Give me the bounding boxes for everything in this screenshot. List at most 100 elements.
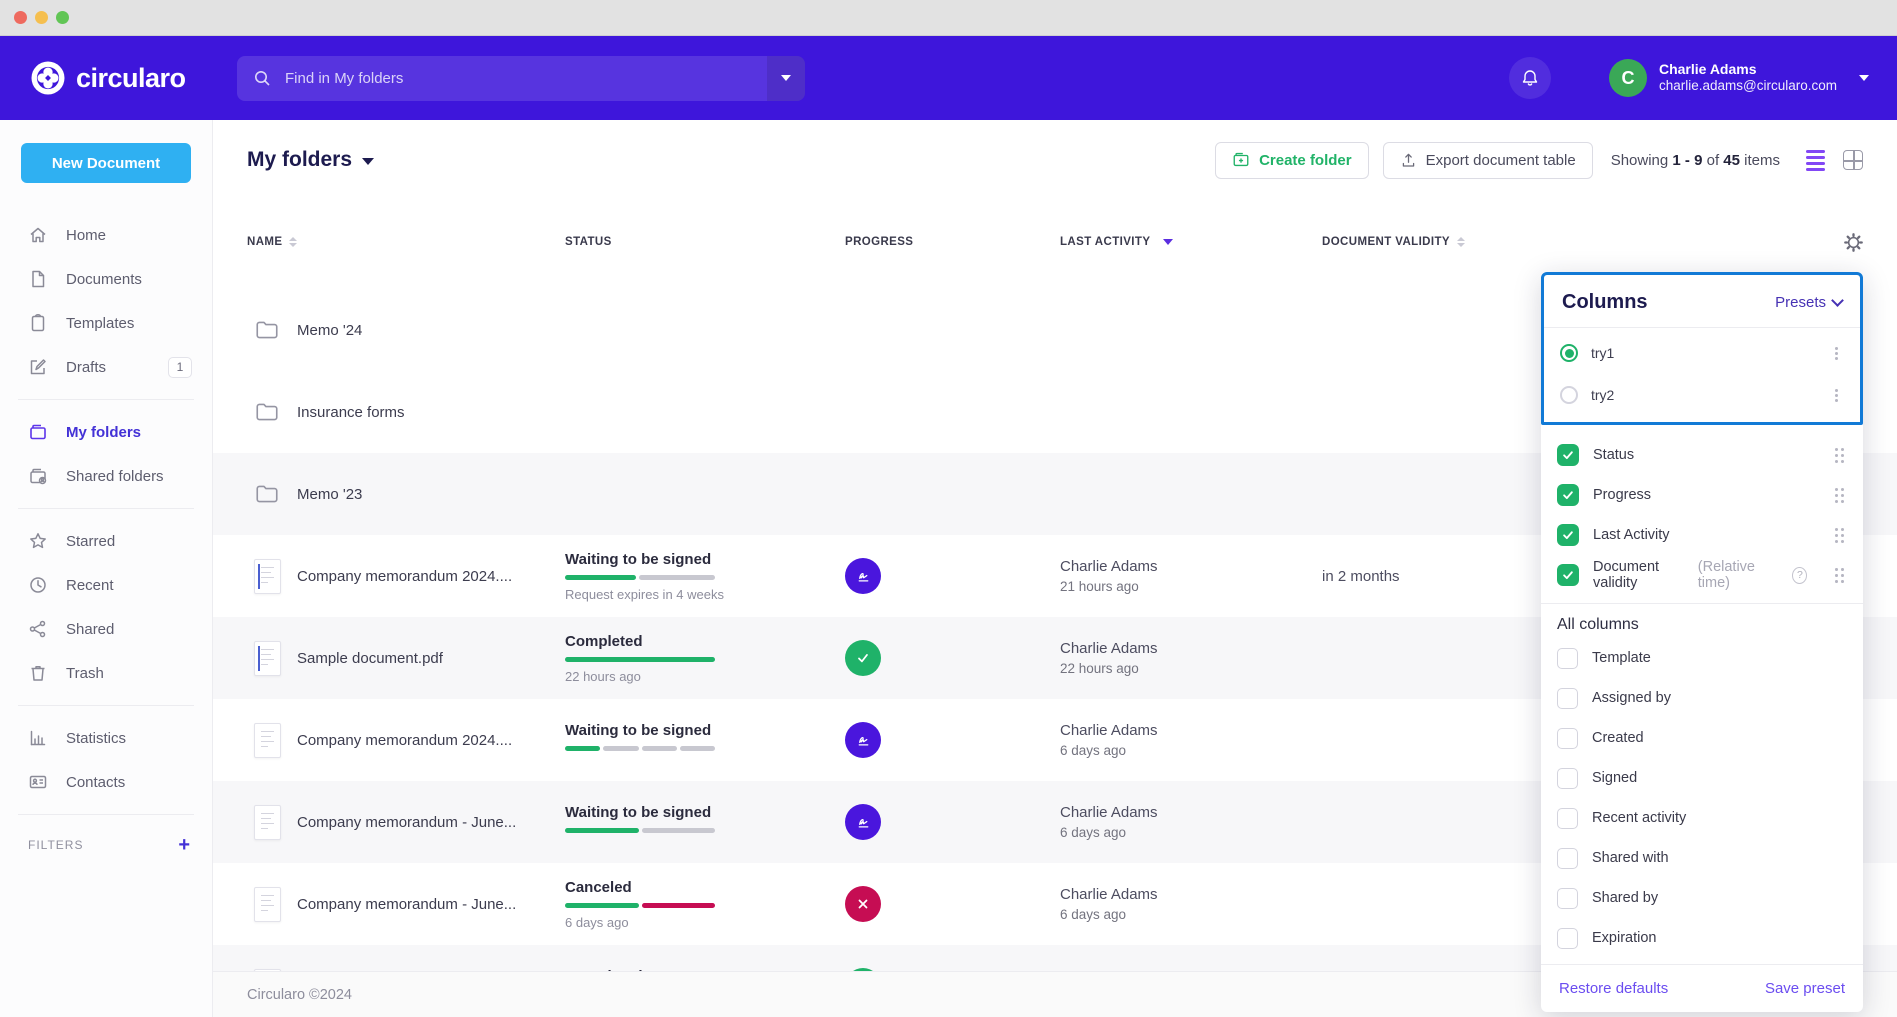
divider	[18, 814, 194, 815]
status-note: Request expires in 4 weeks	[565, 587, 845, 602]
presets-dropdown[interactable]: Presets	[1775, 294, 1842, 311]
last-activity-user: Charlie Adams	[1060, 722, 1322, 739]
preset-option-try1[interactable]: try1	[1544, 336, 1860, 370]
status-text: Canceled	[565, 879, 845, 896]
column-toggle-progress[interactable]: Progress	[1541, 475, 1863, 515]
new-document-button[interactable]: New Document	[21, 143, 191, 183]
column-toggle-last-activity[interactable]: Last Activity	[1541, 515, 1863, 555]
divider	[18, 399, 194, 400]
drag-handle-icon[interactable]	[1835, 488, 1838, 491]
kebab-menu-icon[interactable]	[1835, 352, 1838, 355]
folder-icon	[253, 317, 281, 343]
bell-icon	[1520, 68, 1540, 88]
notifications-button[interactable]	[1509, 57, 1551, 99]
progress-bar	[565, 575, 715, 580]
column-option-signed[interactable]: Signed	[1541, 758, 1863, 798]
add-filter-button[interactable]: +	[178, 835, 190, 855]
sort-icon	[1457, 237, 1465, 247]
column-toggle-document-validity[interactable]: Document validity (Relative time) ?	[1541, 555, 1863, 595]
checkbox-unchecked-icon[interactable]	[1557, 768, 1578, 789]
column-option-recent-activity[interactable]: Recent activity	[1541, 798, 1863, 838]
last-activity-time: 22 hours ago	[1060, 661, 1322, 676]
last-activity-time: 21 hours ago	[1060, 579, 1322, 594]
checkbox-checked-icon[interactable]	[1557, 444, 1579, 466]
column-option-expiration[interactable]: Expiration	[1541, 918, 1863, 958]
column-header-progress[interactable]: PROGRESS	[845, 236, 1060, 248]
search-bar[interactable]	[237, 56, 805, 101]
user-menu[interactable]: C Charlie Adams charlie.adams@circularo.…	[1609, 59, 1869, 97]
drag-handle-icon[interactable]	[1835, 448, 1838, 451]
checkbox-unchecked-icon[interactable]	[1557, 928, 1578, 949]
sidebar-item-starred[interactable]: Starred	[0, 519, 212, 563]
help-icon[interactable]: ?	[1792, 567, 1807, 584]
circularo-logo-icon	[30, 60, 66, 96]
create-folder-button[interactable]: Create folder	[1215, 142, 1369, 179]
checkbox-checked-icon[interactable]	[1557, 524, 1579, 546]
export-document-table-button[interactable]: Export document table	[1383, 142, 1593, 179]
column-header-last-activity[interactable]: LAST ACTIVITY	[1060, 236, 1322, 248]
column-option-created[interactable]: Created	[1541, 718, 1863, 758]
kebab-menu-icon[interactable]	[1835, 394, 1838, 397]
sidebar-item-contacts[interactable]: Contacts	[0, 760, 212, 804]
checkbox-unchecked-icon[interactable]	[1557, 848, 1578, 869]
signature-status-icon	[845, 558, 881, 594]
checkbox-unchecked-icon[interactable]	[1557, 688, 1578, 709]
sidebar-item-my-folders[interactable]: My folders	[0, 410, 212, 454]
last-activity-time: 6 days ago	[1060, 743, 1322, 758]
drag-handle-icon[interactable]	[1835, 528, 1838, 531]
search-input[interactable]	[275, 56, 767, 101]
preset-option-try2[interactable]: try2	[1544, 378, 1860, 412]
list-view-icon[interactable]	[1806, 150, 1825, 171]
canceled-status-icon	[845, 886, 881, 922]
sidebar-item-recent[interactable]: Recent	[0, 563, 212, 607]
drafts-count-badge: 1	[168, 357, 192, 378]
drag-handle-icon[interactable]	[1835, 568, 1838, 571]
sidebar-item-trash[interactable]: Trash	[0, 651, 212, 695]
sidebar-item-templates[interactable]: Templates	[0, 301, 212, 345]
grid-view-icon[interactable]	[1843, 150, 1863, 170]
column-header-name[interactable]: NAME	[247, 236, 565, 248]
sidebar-item-statistics[interactable]: Statistics	[0, 716, 212, 760]
search-scope-dropdown[interactable]	[767, 56, 805, 101]
checkbox-checked-icon[interactable]	[1557, 484, 1579, 506]
divider	[1544, 327, 1860, 328]
column-option-shared-by[interactable]: Shared by	[1541, 878, 1863, 918]
column-option-assigned-by[interactable]: Assigned by	[1541, 678, 1863, 718]
sort-desc-icon	[1163, 239, 1173, 245]
sidebar-item-drafts[interactable]: Drafts 1	[0, 345, 212, 389]
folder-name: Memo '24	[297, 322, 362, 339]
gear-icon[interactable]	[1844, 233, 1863, 252]
column-toggle-status[interactable]: Status	[1541, 435, 1863, 475]
document-icon	[253, 641, 281, 676]
save-preset-button[interactable]: Save preset	[1765, 980, 1845, 997]
column-option-template[interactable]: Template	[1541, 638, 1863, 678]
checkbox-unchecked-icon[interactable]	[1557, 888, 1578, 909]
filters-label: FILTERS	[28, 838, 178, 852]
checkbox-unchecked-icon[interactable]	[1557, 728, 1578, 749]
checkbox-checked-icon[interactable]	[1557, 564, 1579, 586]
window-close-button[interactable]	[14, 11, 27, 24]
checkbox-unchecked-icon[interactable]	[1557, 648, 1578, 669]
sidebar-item-shared-folders[interactable]: Shared folders	[0, 454, 212, 498]
window-minimize-button[interactable]	[35, 11, 48, 24]
sidebar-item-shared[interactable]: Shared	[0, 607, 212, 651]
window-titlebar	[0, 0, 1897, 36]
sidebar-item-documents[interactable]: Documents	[0, 257, 212, 301]
divider	[18, 705, 194, 706]
checkbox-unchecked-icon[interactable]	[1557, 808, 1578, 829]
radio-unselected-icon[interactable]	[1560, 386, 1578, 404]
column-header-status[interactable]: STATUS	[565, 236, 845, 248]
brand-logo[interactable]: circularo	[30, 60, 215, 96]
column-header-document-validity[interactable]: DOCUMENT VALIDITY	[1322, 233, 1863, 252]
restore-defaults-button[interactable]: Restore defaults	[1559, 980, 1668, 997]
page-title-dropdown[interactable]: My folders	[247, 148, 374, 172]
radio-selected-icon[interactable]	[1560, 344, 1578, 362]
progress-bar	[565, 746, 715, 751]
table-header: NAME STATUS PROGRESS LAST ACTIVITY DOCUM…	[213, 230, 1897, 254]
window-zoom-button[interactable]	[56, 11, 69, 24]
progress-bar	[565, 657, 715, 662]
sidebar-item-home[interactable]: Home	[0, 213, 212, 257]
chevron-down-icon	[781, 75, 791, 81]
column-option-shared-with[interactable]: Shared with	[1541, 838, 1863, 878]
statistics-icon	[28, 728, 48, 748]
